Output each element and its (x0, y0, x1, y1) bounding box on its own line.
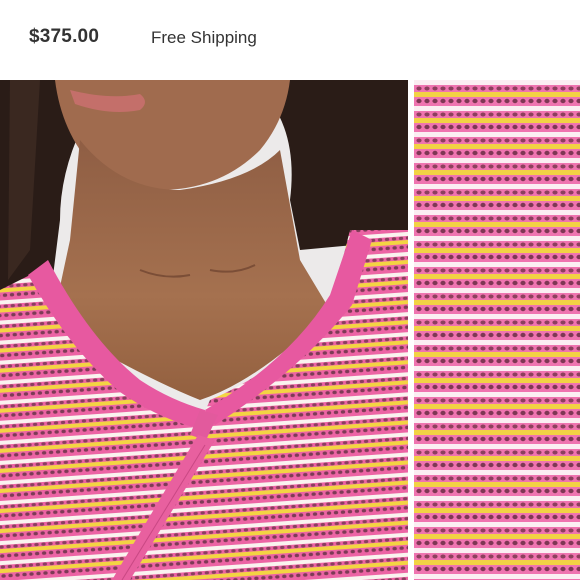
product-photo-main[interactable] (0, 80, 408, 580)
knit-texture-photo (414, 80, 580, 580)
listing-header: $375.00 Free Shipping (0, 0, 580, 80)
shipping-label: Free Shipping (151, 28, 257, 47)
price-label: $375.00 (29, 26, 100, 47)
product-photo-detail[interactable] (414, 80, 580, 580)
model-photo (0, 80, 408, 580)
image-gallery (0, 80, 580, 580)
